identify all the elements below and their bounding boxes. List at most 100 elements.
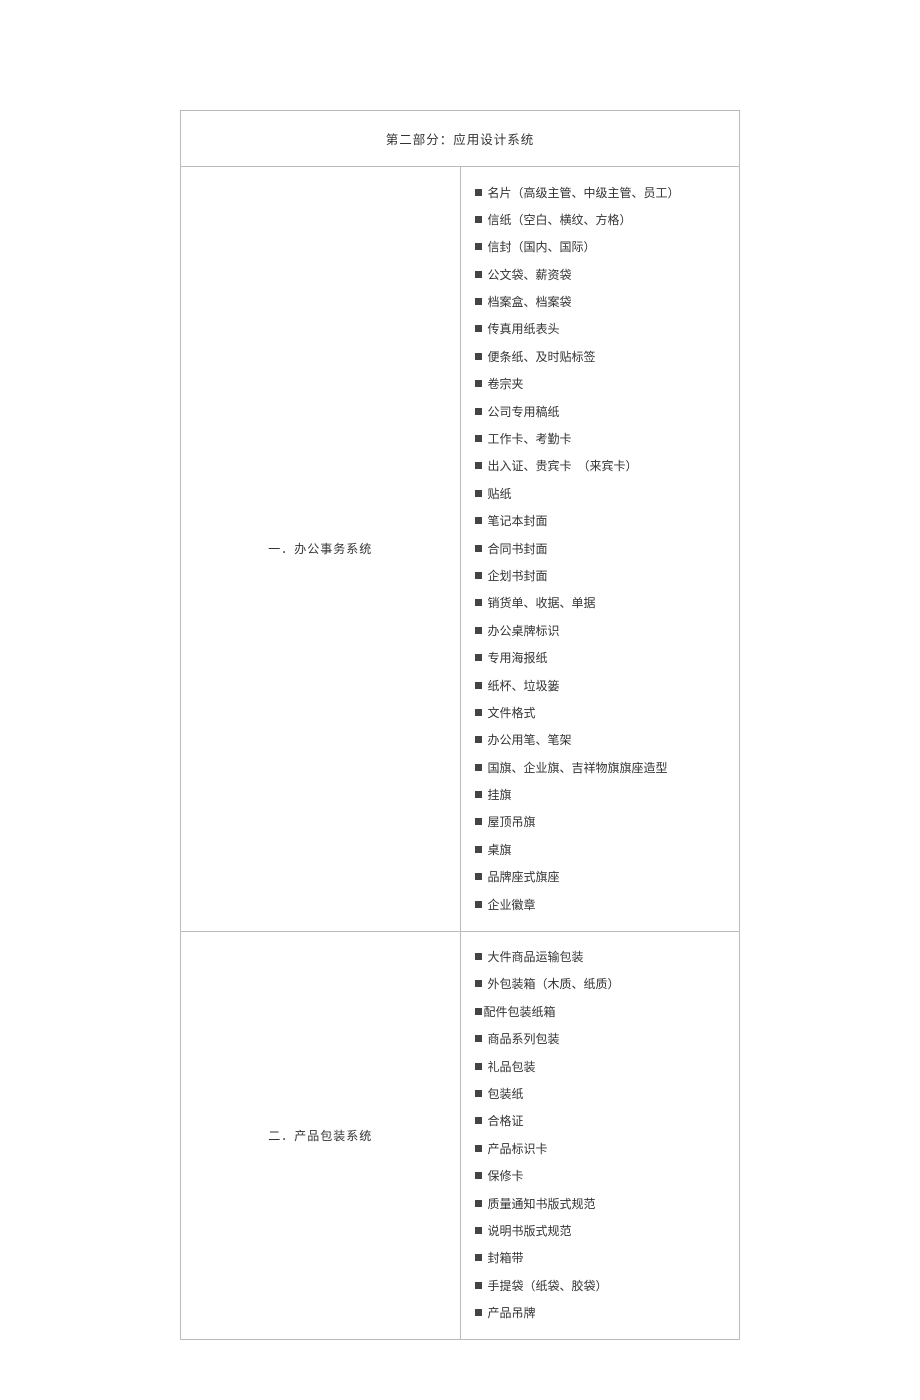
list-item: 办公桌牌标识 bbox=[475, 617, 730, 644]
square-bullet-icon bbox=[475, 271, 482, 278]
list-item: 手提袋（纸袋、胶袋） bbox=[475, 1272, 730, 1299]
item-text: 公文袋、薪资袋 bbox=[488, 268, 572, 282]
square-bullet-icon bbox=[475, 901, 482, 908]
design-system-table: 第二部分：应用设计系统 一．办公事务系统 名片（高级主管、中级主管、员工） 信纸（… bbox=[180, 110, 740, 1340]
item-text: 包装纸 bbox=[488, 1087, 524, 1101]
list-item: 出入证、贵宾卡 （来宾卡） bbox=[475, 453, 730, 480]
list-item: 档案盒、档案袋 bbox=[475, 289, 730, 316]
square-bullet-icon bbox=[475, 818, 482, 825]
item-text: 合同书封面 bbox=[488, 542, 548, 556]
item-text: 商品系列包装 bbox=[488, 1032, 560, 1046]
item-text: 说明书版式规范 bbox=[488, 1224, 572, 1238]
list-item: 屋顶吊旗 bbox=[475, 809, 730, 836]
square-bullet-icon bbox=[475, 435, 482, 442]
square-bullet-icon bbox=[475, 517, 482, 524]
item-text: 工作卡、考勤卡 bbox=[488, 432, 572, 446]
square-bullet-icon bbox=[475, 709, 482, 716]
item-text: 合格证 bbox=[488, 1114, 524, 1128]
list-item: 桌旗 bbox=[475, 836, 730, 863]
list-item: 信封（国内、国际） bbox=[475, 234, 730, 261]
item-text: 品牌座式旗座 bbox=[488, 870, 560, 884]
list-item: 挂旗 bbox=[475, 782, 730, 809]
item-text: 出入证、贵宾卡 （来宾卡） bbox=[488, 459, 638, 473]
list-item: 企划书封面 bbox=[475, 562, 730, 589]
square-bullet-icon bbox=[475, 846, 482, 853]
item-text: 保修卡 bbox=[488, 1169, 524, 1183]
list-item: 配件包装纸箱 bbox=[475, 998, 730, 1025]
square-bullet-icon bbox=[475, 325, 482, 332]
list-item: 传真用纸表头 bbox=[475, 316, 730, 343]
table-header: 第二部分：应用设计系统 bbox=[181, 111, 740, 167]
square-bullet-icon bbox=[475, 1200, 482, 1207]
item-text: 专用海报纸 bbox=[488, 651, 548, 665]
section-label-office: 一．办公事务系统 bbox=[181, 167, 461, 932]
square-bullet-icon bbox=[475, 1254, 482, 1261]
list-item: 信纸（空白、横纹、方格） bbox=[475, 206, 730, 233]
item-text: 封箱带 bbox=[488, 1251, 524, 1265]
item-text: 企业徽章 bbox=[488, 898, 536, 912]
square-bullet-icon bbox=[475, 298, 482, 305]
square-bullet-icon bbox=[475, 599, 482, 606]
list-item: 品牌座式旗座 bbox=[475, 864, 730, 891]
list-item: 包装纸 bbox=[475, 1081, 730, 1108]
item-text: 大件商品运输包装 bbox=[488, 950, 584, 964]
square-bullet-icon bbox=[475, 1282, 482, 1289]
square-bullet-icon bbox=[475, 408, 482, 415]
square-bullet-icon bbox=[475, 545, 482, 552]
list-item: 办公用笔、笔架 bbox=[475, 727, 730, 754]
list-item: 合同书封面 bbox=[475, 535, 730, 562]
list-item: 外包装箱（木质、纸质） bbox=[475, 971, 730, 998]
square-bullet-icon bbox=[475, 1145, 482, 1152]
square-bullet-icon bbox=[475, 1008, 482, 1015]
list-item: 大件商品运输包装 bbox=[475, 944, 730, 971]
square-bullet-icon bbox=[475, 791, 482, 798]
item-text: 笔记本封面 bbox=[488, 514, 548, 528]
item-text: 产品吊牌 bbox=[488, 1306, 536, 1320]
item-text: 档案盒、档案袋 bbox=[488, 295, 572, 309]
list-item: 产品吊牌 bbox=[475, 1300, 730, 1327]
square-bullet-icon bbox=[475, 572, 482, 579]
square-bullet-icon bbox=[475, 764, 482, 771]
list-item: 工作卡、考勤卡 bbox=[475, 426, 730, 453]
item-text: 屋顶吊旗 bbox=[488, 815, 536, 829]
square-bullet-icon bbox=[475, 873, 482, 880]
list-item: 质量通知书版式规范 bbox=[475, 1190, 730, 1217]
list-item: 保修卡 bbox=[475, 1163, 730, 1190]
item-text: 手提袋（纸袋、胶袋） bbox=[488, 1279, 608, 1293]
item-text: 产品标识卡 bbox=[488, 1142, 548, 1156]
square-bullet-icon bbox=[475, 1090, 482, 1097]
item-text: 配件包装纸箱 bbox=[484, 1005, 556, 1019]
item-text: 销货单、收据、单据 bbox=[488, 596, 596, 610]
square-bullet-icon bbox=[475, 1035, 482, 1042]
list-item: 卷宗夹 bbox=[475, 371, 730, 398]
list-item: 产品标识卡 bbox=[475, 1135, 730, 1162]
square-bullet-icon bbox=[475, 682, 482, 689]
list-item: 礼品包装 bbox=[475, 1053, 730, 1080]
square-bullet-icon bbox=[475, 627, 482, 634]
item-text: 卷宗夹 bbox=[488, 377, 524, 391]
item-text: 挂旗 bbox=[488, 788, 512, 802]
list-item: 国旗、企业旗、吉祥物旗旗座造型 bbox=[475, 754, 730, 781]
square-bullet-icon bbox=[475, 1227, 482, 1234]
item-text: 礼品包装 bbox=[488, 1060, 536, 1074]
item-text: 便条纸、及时贴标签 bbox=[488, 350, 596, 364]
item-text: 纸杯、垃圾篓 bbox=[488, 679, 560, 693]
item-text: 文件格式 bbox=[488, 706, 536, 720]
list-item: 纸杯、垃圾篓 bbox=[475, 672, 730, 699]
square-bullet-icon bbox=[475, 654, 482, 661]
list-item: 商品系列包装 bbox=[475, 1026, 730, 1053]
list-item: 说明书版式规范 bbox=[475, 1217, 730, 1244]
square-bullet-icon bbox=[475, 243, 482, 250]
item-text: 贴纸 bbox=[488, 487, 512, 501]
list-item: 公司专用稿纸 bbox=[475, 398, 730, 425]
list-item: 名片（高级主管、中级主管、员工） bbox=[475, 179, 730, 206]
item-text: 国旗、企业旗、吉祥物旗旗座造型 bbox=[488, 761, 668, 775]
square-bullet-icon bbox=[475, 1063, 482, 1070]
square-bullet-icon bbox=[475, 462, 482, 469]
header-row: 第二部分：应用设计系统 bbox=[181, 111, 740, 167]
item-text: 信纸（空白、横纹、方格） bbox=[488, 213, 632, 227]
square-bullet-icon bbox=[475, 736, 482, 743]
item-text: 名片（高级主管、中级主管、员工） bbox=[488, 186, 680, 200]
square-bullet-icon bbox=[475, 353, 482, 360]
square-bullet-icon bbox=[475, 380, 482, 387]
